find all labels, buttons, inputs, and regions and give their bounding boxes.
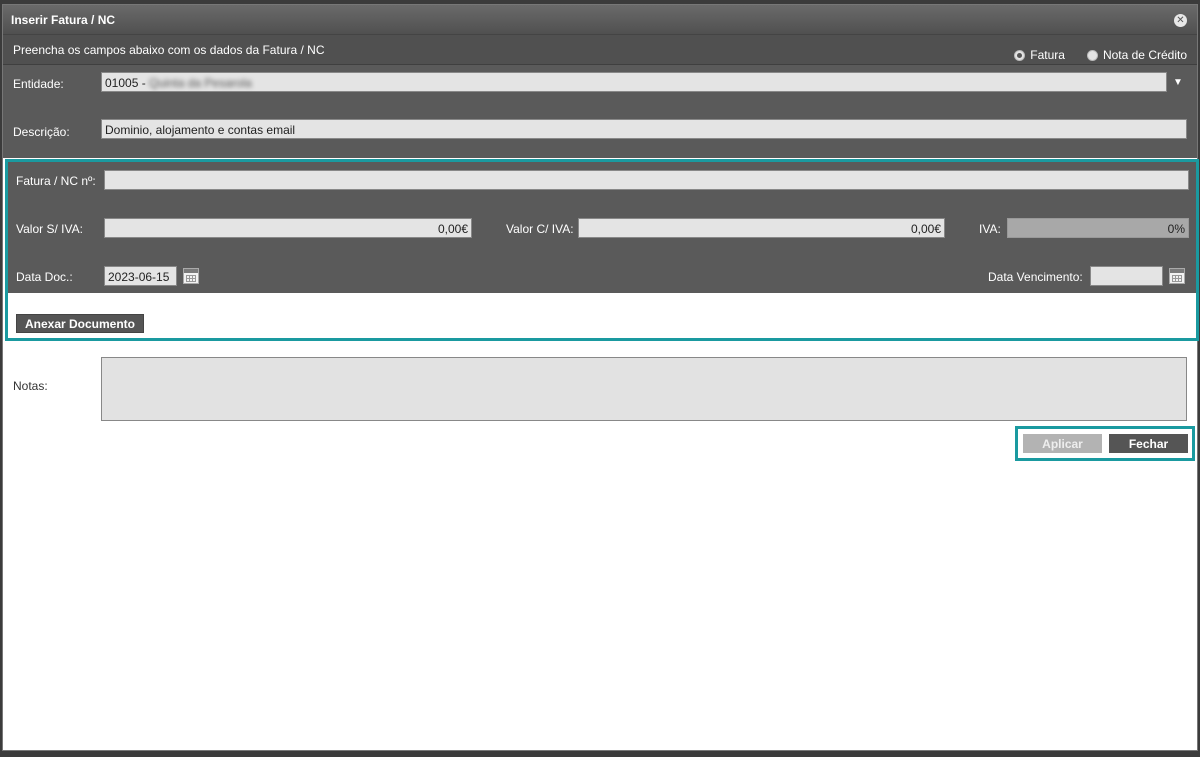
document-type-radio-group: Fatura Nota de Crédito [1014,48,1187,62]
invoice-number-input[interactable] [104,170,1189,190]
doc-date-input[interactable]: 2023-06-15 [104,266,177,286]
calendar-icon[interactable] [1169,268,1185,284]
attach-document-button[interactable]: Anexar Documento [16,314,144,333]
dialog-title: Inserir Fatura / NC [11,13,116,27]
invoice-number-label: Fatura / NC nº: [16,174,96,188]
dialog-titlebar: Inserir Fatura / NC ✕ [3,5,1197,35]
vat-value: 0% [1007,218,1189,238]
value-excl-vat-input[interactable]: 0,00€ [104,218,472,238]
radio-nota-credito-label: Nota de Crédito [1102,48,1187,62]
radio-fatura-label: Fatura [1030,48,1065,62]
radio-nota-credito-indicator[interactable] [1086,49,1098,61]
entity-name: Quinta da Pesarola [149,76,252,90]
value-incl-vat-input[interactable]: 0,00€ [578,218,945,238]
apply-button[interactable]: Aplicar [1023,434,1102,453]
notes-label: Notas: [13,379,48,393]
close-icon[interactable]: ✕ [1174,14,1187,27]
invoice-details-highlight: Fatura / NC nº: Valor S/ IVA: 0,00€ Valo… [5,159,1199,341]
entity-code: 01005 - [105,76,146,90]
description-label: Descrição: [13,125,70,139]
value-excl-vat-label: Valor S/ IVA: [16,222,83,236]
chevron-down-icon[interactable]: ▼ [1173,77,1183,88]
radio-fatura-indicator[interactable] [1014,49,1026,61]
calendar-icon[interactable] [183,268,199,284]
invoice-dialog: Inserir Fatura / NC ✕ Preencha os campos… [2,4,1199,751]
subheader: Preencha os campos abaixo com os dados d… [3,35,1197,65]
vat-label: IVA: [979,222,1001,236]
invoice-details-panel: Fatura / NC nº: Valor S/ IVA: 0,00€ Valo… [8,162,1196,293]
radio-fatura[interactable]: Fatura [1014,48,1065,62]
due-date-label: Data Vencimento: [988,270,1083,284]
doc-date-label: Data Doc.: [16,270,73,284]
due-date-input[interactable] [1090,266,1163,286]
top-panel: Preencha os campos abaixo com os dados d… [3,35,1197,158]
description-input[interactable]: Dominio, alojamento e contas email [101,119,1187,139]
radio-nota-credito[interactable]: Nota de Crédito [1086,48,1187,62]
entity-label: Entidade: [13,77,64,91]
entity-select[interactable]: 01005 - Quinta da Pesarola [101,72,1167,92]
value-incl-vat-label: Valor C/ IVA: [506,222,574,236]
actions-highlight: Aplicar Fechar [1015,426,1195,461]
instructions-text: Preencha os campos abaixo com os dados d… [13,43,325,57]
notes-textarea[interactable] [101,357,1187,421]
close-button[interactable]: Fechar [1109,434,1188,453]
